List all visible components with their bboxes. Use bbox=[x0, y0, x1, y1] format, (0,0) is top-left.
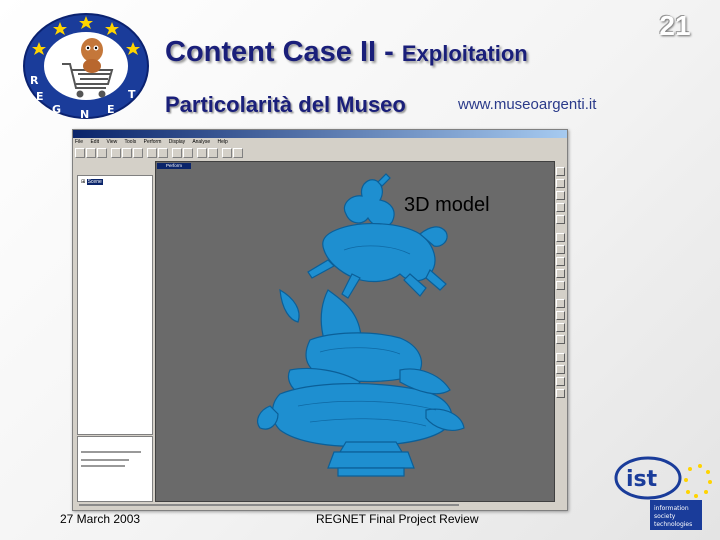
scene-tree-panel: ⊞ Scene bbox=[77, 175, 153, 435]
side-tool-button[interactable] bbox=[556, 167, 565, 176]
side-tool-button[interactable] bbox=[556, 191, 565, 200]
svg-text:R: R bbox=[30, 74, 39, 87]
toolbar-button[interactable] bbox=[111, 148, 121, 158]
menu-item[interactable]: Edit bbox=[90, 139, 99, 145]
footer-date: 27 March 2003 bbox=[60, 512, 141, 526]
svg-text:E: E bbox=[107, 103, 115, 116]
toolbar-button[interactable] bbox=[86, 148, 96, 158]
toolbar-button[interactable] bbox=[183, 148, 193, 158]
side-tool-button[interactable] bbox=[556, 389, 565, 398]
side-tool-button[interactable] bbox=[556, 257, 565, 266]
app-toolbar bbox=[75, 148, 275, 158]
footer-title: REGNET Final Project Review bbox=[316, 512, 479, 526]
toolbar-button[interactable] bbox=[197, 148, 207, 158]
ist-line-2: society bbox=[654, 513, 676, 520]
model-label: 3D model bbox=[404, 194, 490, 216]
svg-text:N: N bbox=[80, 108, 89, 120]
toolbar-button[interactable] bbox=[158, 148, 168, 158]
slide-subtitle: Particolarità del Museo bbox=[165, 92, 406, 117]
ist-line-3: technologies bbox=[654, 521, 692, 528]
menu-item[interactable]: Perform bbox=[144, 139, 162, 145]
side-tool-button[interactable] bbox=[556, 179, 565, 188]
regnet-logo: R E G N E T bbox=[23, 13, 149, 120]
side-toolbar bbox=[556, 161, 565, 411]
app-title-bar bbox=[73, 130, 567, 138]
toolbar-button[interactable] bbox=[122, 148, 132, 158]
svg-text:T: T bbox=[128, 88, 136, 101]
svg-text:G: G bbox=[52, 103, 61, 116]
slide-number: 21 bbox=[659, 10, 691, 41]
menu-item[interactable]: Tools bbox=[125, 139, 137, 145]
side-tool-button[interactable] bbox=[556, 245, 565, 254]
menu-item[interactable]: Analyse bbox=[192, 139, 210, 145]
side-tool-button[interactable] bbox=[556, 233, 565, 242]
side-tool-button[interactable] bbox=[556, 203, 565, 212]
title-main: Content Case II - bbox=[165, 36, 402, 68]
toolbar-button[interactable] bbox=[75, 148, 85, 158]
side-tool-button[interactable] bbox=[556, 215, 565, 224]
menu-item[interactable]: Help bbox=[218, 139, 228, 145]
info-panel bbox=[77, 436, 153, 502]
toolbar-button[interactable] bbox=[233, 148, 243, 158]
side-tool-button[interactable] bbox=[556, 323, 565, 332]
3d-sculpture-model bbox=[257, 173, 465, 477]
side-tool-button[interactable] bbox=[556, 377, 565, 386]
side-tool-button[interactable] bbox=[556, 335, 565, 344]
title-sub: Exploitation bbox=[401, 41, 528, 66]
menu-item[interactable]: File bbox=[75, 139, 83, 145]
menu-item[interactable]: Display bbox=[169, 139, 185, 145]
toolbar-button[interactable] bbox=[222, 148, 232, 158]
toolbar-button[interactable] bbox=[97, 148, 107, 158]
ist-line-1: information bbox=[654, 505, 689, 512]
ist-logo: ist information society technologies bbox=[614, 456, 712, 530]
side-tool-button[interactable] bbox=[556, 281, 565, 290]
svg-text:E: E bbox=[36, 90, 44, 103]
tree-item[interactable]: ⊞ Scene bbox=[81, 179, 103, 185]
app-menu-bar: File Edit View Tools Perform Display Ana… bbox=[75, 139, 234, 147]
slide-title: Content Case II - Exploitation bbox=[165, 36, 528, 69]
side-tool-button[interactable] bbox=[556, 269, 565, 278]
side-tool-button[interactable] bbox=[556, 299, 565, 308]
museum-url[interactable]: www.museoargenti.it bbox=[458, 96, 596, 113]
side-tool-button[interactable] bbox=[556, 365, 565, 374]
toolbar-button[interactable] bbox=[147, 148, 157, 158]
side-tool-button[interactable] bbox=[556, 353, 565, 362]
viewport-tab[interactable]: Perform bbox=[157, 163, 191, 169]
toolbar-button[interactable] bbox=[208, 148, 218, 158]
side-tool-button[interactable] bbox=[556, 311, 565, 320]
toolbar-button[interactable] bbox=[172, 148, 182, 158]
menu-item[interactable]: View bbox=[106, 139, 117, 145]
toolbar-button[interactable] bbox=[133, 148, 143, 158]
svg-text:ist: ist bbox=[626, 467, 658, 492]
